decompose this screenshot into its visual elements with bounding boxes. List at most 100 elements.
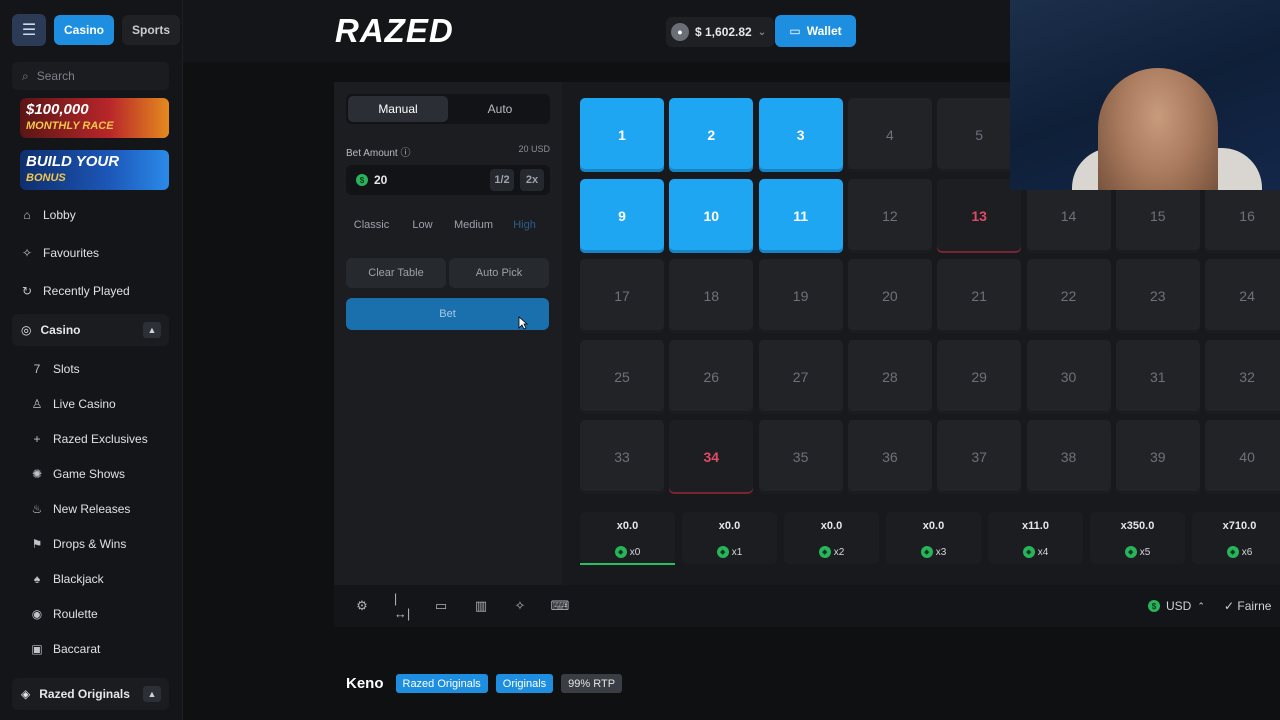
tag-razed-originals[interactable]: Razed Originals: [395, 674, 488, 693]
keno-tile-5[interactable]: 5: [937, 98, 1022, 172]
theatre-mode-icon[interactable]: |↔|: [394, 591, 410, 621]
keno-tile-30[interactable]: 30: [1026, 339, 1111, 414]
sidebar-item-slots[interactable]: 7 Slots: [30, 359, 80, 379]
wheel-icon: ✺: [31, 467, 43, 481]
roulette-icon: ◉: [31, 607, 43, 621]
sidebar-item-favourites[interactable]: ✧ Favourites: [20, 243, 99, 263]
payout-hits: ◆ x1: [682, 546, 777, 558]
gem-icon: ◆: [1022, 546, 1035, 558]
risk-classic[interactable]: Classic: [346, 212, 397, 238]
wallet-icon: ▭: [789, 24, 801, 38]
balance-dropdown[interactable]: ● $ 1,602.82 ⌄: [666, 17, 774, 47]
keno-tile-32[interactable]: 32: [1205, 339, 1280, 414]
keno-tile-37[interactable]: 37: [937, 420, 1022, 494]
payout-cell: x0.0 ◆ x3: [886, 512, 981, 564]
keno-tile-33[interactable]: 33: [580, 420, 664, 494]
keno-tile-40[interactable]: 40: [1205, 420, 1280, 494]
keno-tile-19[interactable]: 19: [758, 259, 843, 333]
fullscreen-icon[interactable]: ▭: [433, 598, 449, 614]
mode-tabs: Manual Auto: [346, 94, 550, 124]
keno-tile-3[interactable]: 3: [758, 98, 843, 172]
casino-chip-icon: ◎: [21, 323, 32, 337]
keno-tile-38[interactable]: 38: [1026, 420, 1111, 494]
keno-tile-20[interactable]: 20: [847, 259, 932, 333]
tag-originals[interactable]: Originals: [495, 674, 554, 693]
gem-icon: ◆: [1124, 546, 1137, 558]
payout-multiplier: x0.0: [820, 520, 843, 532]
keno-tile-10[interactable]: 10: [669, 178, 754, 253]
tab-sports[interactable]: Sports: [122, 15, 181, 45]
keno-tile-22[interactable]: 22: [1026, 259, 1111, 333]
razed-logo[interactable]: RAZED: [335, 12, 454, 50]
tab-manual[interactable]: Manual: [348, 96, 448, 122]
chevron-down-icon: ⌄: [757, 26, 767, 38]
risk-high[interactable]: High: [499, 212, 550, 238]
search-input[interactable]: ⌕ Search: [12, 62, 169, 90]
sidebar-item-blackjack[interactable]: ♠ Blackjack: [30, 569, 104, 589]
chevron-up-icon[interactable]: ▲: [143, 322, 161, 338]
sidebar-item-lobby[interactable]: ⌂ Lobby: [20, 205, 75, 225]
keno-tile-28[interactable]: 28: [847, 339, 932, 414]
auto-pick-button[interactable]: Auto Pick: [449, 258, 549, 288]
keno-tile-13[interactable]: 13: [937, 178, 1022, 253]
keno-tile-12[interactable]: 12: [847, 178, 932, 253]
keno-tile-11[interactable]: 11: [758, 178, 843, 253]
double-bet-button[interactable]: 2x: [520, 169, 544, 191]
tab-auto[interactable]: Auto: [450, 94, 550, 124]
risk-low[interactable]: Low: [397, 212, 448, 238]
bet-amount-input[interactable]: $ 20 1/2 2x: [346, 165, 550, 195]
promo-monthly-race[interactable]: $100,000 MONTHLY RACE: [20, 98, 169, 138]
keno-tile-2[interactable]: 2: [669, 98, 754, 172]
sidebar-item-drops-wins[interactable]: ⚑ Drops & Wins: [30, 534, 127, 554]
sidebar-item-new-releases[interactable]: ♨ New Releases: [30, 499, 131, 519]
chevron-up-icon[interactable]: ▲: [143, 686, 161, 702]
clear-table-button[interactable]: Clear Table: [346, 258, 446, 288]
keno-tile-1[interactable]: 1: [580, 98, 664, 172]
tab-casino[interactable]: Casino: [54, 15, 115, 45]
keno-tile-9[interactable]: 9: [580, 178, 664, 253]
keno-tile-34[interactable]: 34: [669, 420, 754, 494]
sidebar-item-live-casino[interactable]: ♙ Live Casino: [30, 394, 116, 414]
settings-icon[interactable]: ⚙: [354, 598, 370, 614]
menu-icon[interactable]: ☰: [12, 14, 46, 46]
sidebar-item-baccarat[interactable]: ▣ Baccarat: [30, 639, 100, 659]
sidebar-section-razed-originals[interactable]: ◈ Razed Originals ▲: [12, 678, 169, 710]
sidebar-item-roulette[interactable]: ◉ Roulette: [30, 604, 98, 624]
sidebar-section-casino[interactable]: ◎ Casino ▲: [12, 314, 169, 346]
sidebar-item-razed-exclusives[interactable]: + Razed Exclusives: [30, 429, 147, 449]
keno-tile-27[interactable]: 27: [758, 339, 843, 414]
sidebar-item-recently-played[interactable]: ↻ Recently Played: [20, 281, 130, 301]
keno-tile-25[interactable]: 25: [580, 339, 664, 414]
keno-tile-39[interactable]: 39: [1115, 420, 1200, 494]
slots-icon: 7: [33, 362, 41, 376]
promo-build-bonus[interactable]: BUILD YOUR BONUS: [20, 150, 169, 190]
stats-icon[interactable]: ▥: [473, 598, 489, 614]
cards-icon: ♠: [33, 572, 41, 586]
wallet-button[interactable]: ▭ Wallet: [775, 15, 856, 47]
risk-medium[interactable]: Medium: [448, 212, 499, 238]
keno-tile-29[interactable]: 29: [937, 339, 1022, 414]
keno-tile-18[interactable]: 18: [669, 259, 754, 333]
fairness-link[interactable]: ✓ Fairne: [1224, 599, 1271, 613]
keno-tile-26[interactable]: 26: [669, 339, 754, 414]
keno-tile-36[interactable]: 36: [847, 420, 932, 494]
keno-tile-24[interactable]: 24: [1205, 259, 1280, 333]
payout-cell: x350.0 ◆ x5: [1090, 512, 1185, 564]
info-icon[interactable]: ⓘ: [400, 148, 410, 159]
currency-selector[interactable]: $ USD ⌃: [1148, 599, 1205, 613]
home-icon: ⌂: [23, 208, 31, 222]
history-icon: ↻: [21, 284, 33, 298]
keno-tile-31[interactable]: 31: [1115, 339, 1200, 414]
promo-title: BUILD YOUR: [26, 153, 120, 170]
keno-tile-17[interactable]: 17: [580, 259, 664, 333]
keno-tile-23[interactable]: 23: [1115, 259, 1200, 333]
sparkle-icon[interactable]: ✧: [512, 598, 528, 614]
bet-controls: Manual Auto Bet Amount ⓘ 20 USD $ 20 1/2…: [334, 82, 562, 585]
keno-tile-35[interactable]: 35: [758, 420, 843, 494]
keyboard-icon[interactable]: ⌨: [551, 598, 570, 614]
keno-tile-4[interactable]: 4: [847, 98, 932, 172]
payout-multiplier: x710.0: [1222, 520, 1257, 532]
sidebar-item-game-shows[interactable]: ✺ Game Shows: [30, 464, 125, 484]
keno-tile-21[interactable]: 21: [937, 259, 1022, 333]
half-bet-button[interactable]: 1/2: [490, 169, 514, 191]
